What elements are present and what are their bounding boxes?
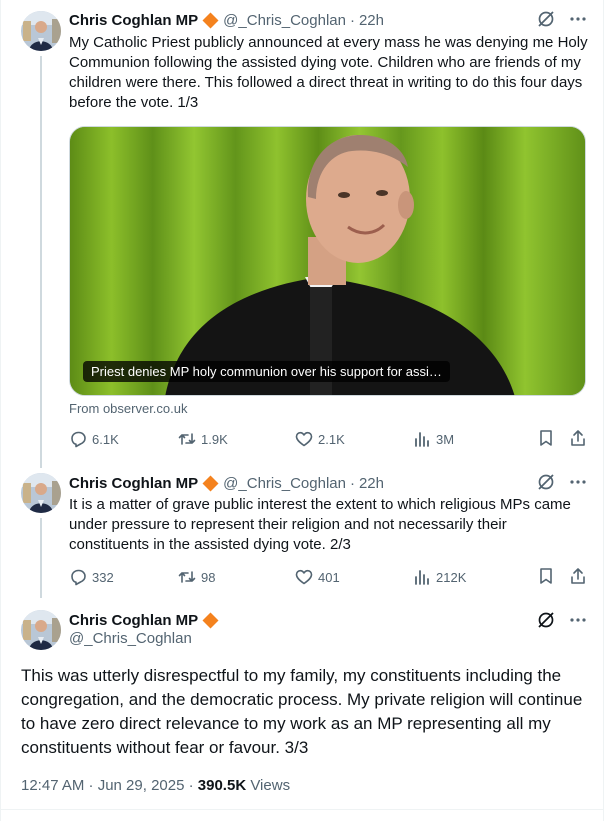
grok-icon[interactable] xyxy=(537,473,555,491)
tweet-actions: 6.1K 1.9K 2.1K 3M xyxy=(69,429,587,449)
verified-badge-icon xyxy=(202,12,219,29)
like-count: 401 xyxy=(318,569,340,585)
share-icon[interactable] xyxy=(569,567,587,588)
avatar-image xyxy=(21,11,61,51)
main-tweet-meta: 12:47 AM · Jun 29, 2025 · 390.5K Views xyxy=(21,777,290,794)
reply-count: 6.1K xyxy=(92,431,119,447)
tweet-text: My Catholic Priest publicly announced at… xyxy=(69,34,588,111)
bookmark-icon[interactable] xyxy=(537,567,555,588)
author-handle[interactable]: @_Chris_Coghlan xyxy=(223,12,346,29)
verified-badge-icon xyxy=(202,612,219,629)
card-source[interactable]: From observer.co.uk xyxy=(69,401,188,416)
separator-dot: · xyxy=(349,474,355,492)
tweet-header-icons xyxy=(537,10,587,28)
author-handle[interactable]: @_Chris_Coghlan xyxy=(223,475,346,492)
avatar-image xyxy=(21,473,61,513)
grok-icon[interactable] xyxy=(537,611,555,629)
reply-icon xyxy=(71,569,86,586)
thread-connector xyxy=(40,56,42,468)
main-tweet-text: This was utterly disrespectful to my fam… xyxy=(21,666,583,757)
tweet-thread: Chris Coghlan MP @_Chris_Coghlan · 22h M… xyxy=(0,0,604,821)
views-icon xyxy=(415,432,429,447)
reply-icon xyxy=(71,431,86,448)
like-button[interactable]: 401 xyxy=(295,568,413,586)
author-name[interactable]: Chris Coghlan MP xyxy=(69,612,198,629)
author-handle[interactable]: @_Chris_Coghlan xyxy=(69,630,192,647)
reply-count: 332 xyxy=(92,569,114,585)
avatar-image xyxy=(21,610,61,650)
tweet-actions-right xyxy=(537,567,587,588)
main-tweet-header: Chris Coghlan MP xyxy=(69,610,219,630)
tweet-text: It is a matter of grave public interest … xyxy=(69,496,571,553)
views-count: 3M xyxy=(436,431,455,447)
tweet-actions: 332 98 401 212K xyxy=(69,567,587,587)
main-tweet-timestamp[interactable]: 12:47 AM · Jun 29, 2025 · xyxy=(21,777,198,794)
thread-connector xyxy=(40,518,42,598)
repost-button[interactable]: 98 xyxy=(178,568,295,586)
tweet-time[interactable]: 22h xyxy=(359,475,384,492)
avatar[interactable] xyxy=(21,610,61,650)
divider xyxy=(1,809,604,810)
card-image xyxy=(70,127,585,395)
separator-dot: · xyxy=(349,11,355,29)
more-icon[interactable] xyxy=(569,473,587,491)
repost-button[interactable]: 1.9K xyxy=(178,430,295,448)
like-icon xyxy=(295,431,313,447)
like-button[interactable]: 2.1K xyxy=(295,430,413,448)
tweet-time[interactable]: 22h xyxy=(359,12,384,29)
reply-button[interactable]: 332 xyxy=(69,568,178,586)
tweet-actions-right xyxy=(537,429,587,450)
author-name[interactable]: Chris Coghlan MP xyxy=(69,12,198,29)
link-card[interactable]: Priest denies MP holy communion over his… xyxy=(69,126,586,396)
views-icon xyxy=(415,570,429,585)
like-count: 2.1K xyxy=(318,431,345,447)
reply-button[interactable]: 6.1K xyxy=(69,430,178,448)
author-name[interactable]: Chris Coghlan MP xyxy=(69,475,198,492)
repost-icon xyxy=(178,571,196,583)
like-icon xyxy=(295,569,313,585)
tweet-header-icons xyxy=(537,611,587,629)
views-count: 212K xyxy=(436,569,467,585)
views-button[interactable]: 212K xyxy=(413,568,523,586)
main-tweet-views-label: Views xyxy=(246,777,291,794)
more-icon[interactable] xyxy=(569,10,587,28)
main-tweet-views-count: 390.5K xyxy=(197,777,247,794)
tweet-header: Chris Coghlan MP @_Chris_Coghlan · 22h xyxy=(69,473,384,493)
repost-icon xyxy=(178,433,196,445)
avatar[interactable] xyxy=(21,473,61,513)
views-button[interactable]: 3M xyxy=(413,430,523,448)
bookmark-icon[interactable] xyxy=(537,429,555,450)
grok-icon[interactable] xyxy=(537,10,555,28)
card-caption: Priest denies MP holy communion over his… xyxy=(83,361,450,382)
verified-badge-icon xyxy=(202,475,219,492)
avatar[interactable] xyxy=(21,11,61,51)
tweet-header-icons xyxy=(537,473,587,491)
tweet-header: Chris Coghlan MP @_Chris_Coghlan · 22h xyxy=(69,10,384,30)
repost-count: 98 xyxy=(201,569,216,585)
repost-count: 1.9K xyxy=(201,431,228,447)
share-icon[interactable] xyxy=(569,429,587,450)
more-icon[interactable] xyxy=(569,611,587,629)
